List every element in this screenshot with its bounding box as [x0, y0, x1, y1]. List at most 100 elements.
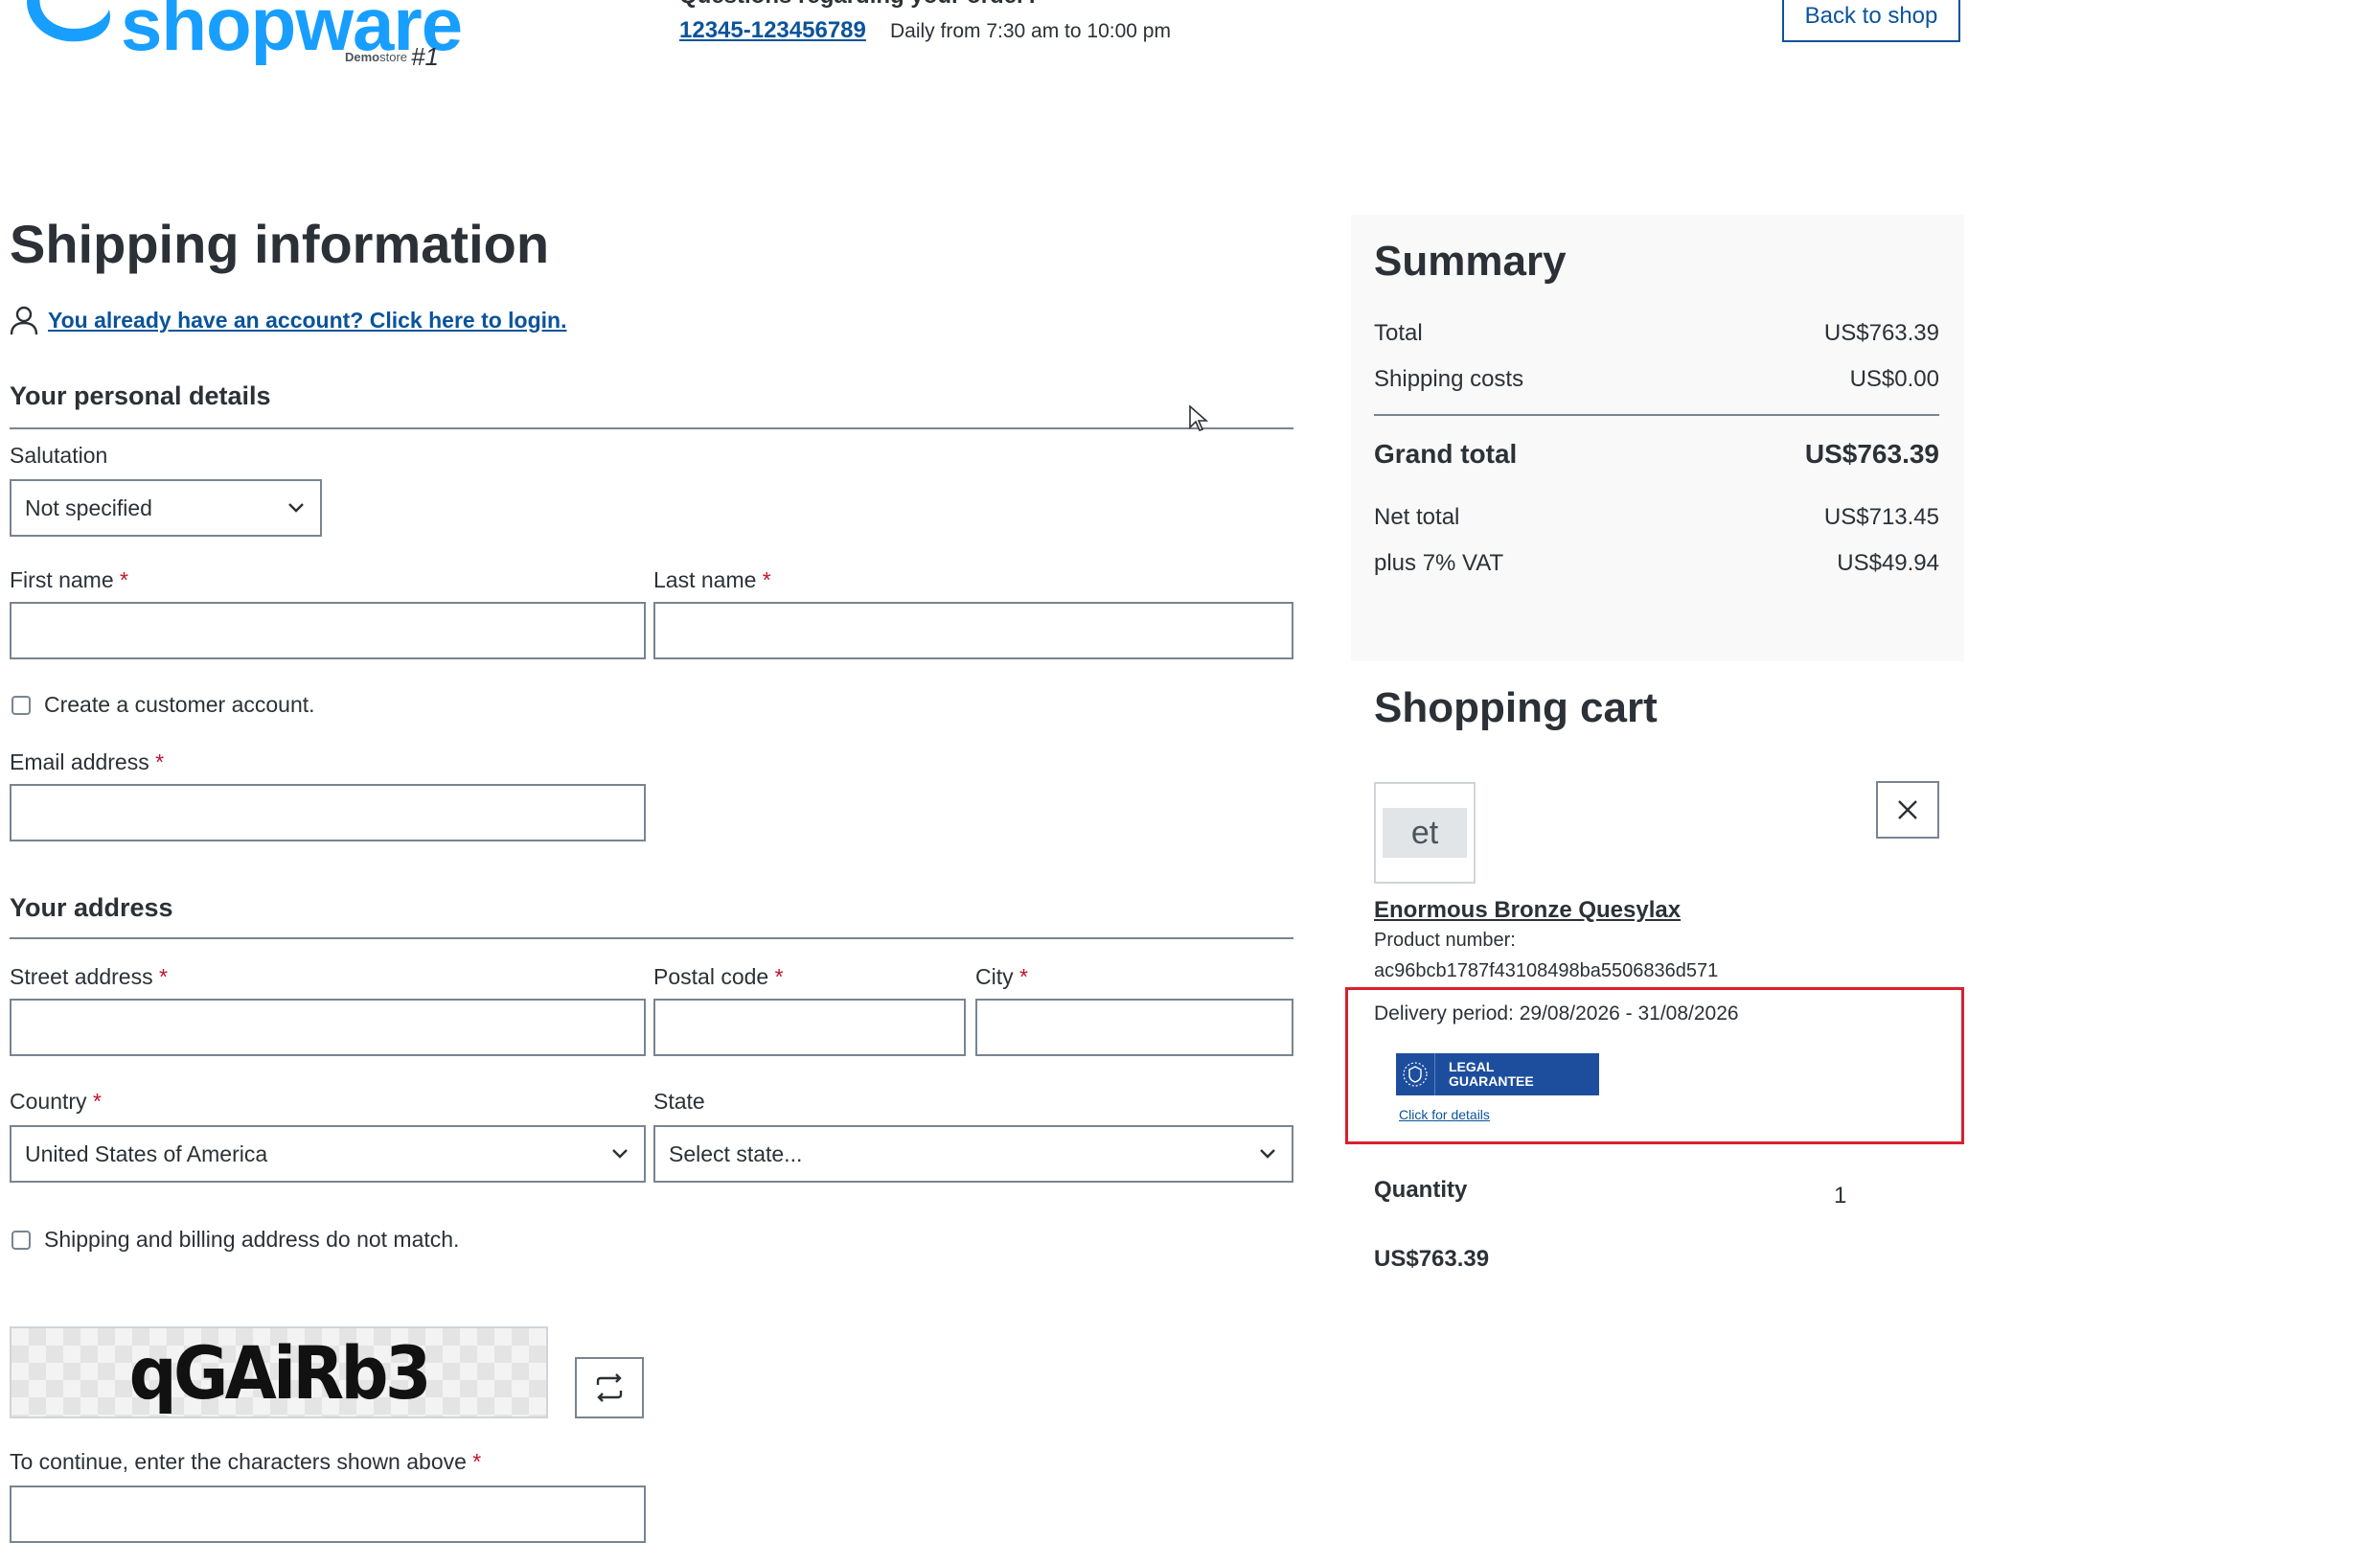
- street-label-text: Street address: [10, 964, 153, 989]
- delivery-period: Delivery period: 29/08/2026 - 31/08/2026: [1374, 1002, 1739, 1025]
- product-number-label: Product number:: [1374, 930, 1516, 951]
- required-mark: *: [1019, 964, 1028, 989]
- create-account-checkbox[interactable]: [11, 695, 31, 715]
- required-mark: *: [92, 1089, 102, 1114]
- back-to-shop-button[interactable]: Back to shop: [1782, 0, 1960, 42]
- postal-code-input[interactable]: [653, 999, 966, 1056]
- product-number-value: ac96bcb1787f43108498ba5506836d571: [1374, 960, 1719, 981]
- questions-title: Questions regarding your order?: [679, 0, 1040, 10]
- different-billing-checkbox[interactable]: [11, 1230, 31, 1250]
- login-row: You already have an account? Click here …: [10, 305, 567, 335]
- summary-total-row: Total US$763.39: [1374, 320, 1939, 347]
- section-divider: [10, 427, 1293, 429]
- create-account-label: Create a customer account.: [44, 692, 315, 717]
- product-name-link[interactable]: Enormous Bronze Quesylax: [1374, 897, 1681, 924]
- summary-net-row: Net total US$713.45: [1374, 504, 1939, 531]
- refresh-icon: [596, 1373, 623, 1402]
- mouse-cursor-icon: [1189, 404, 1209, 431]
- required-mark: *: [120, 567, 128, 592]
- shopware-logo-icon: [27, 0, 110, 42]
- country-value: United States of America: [25, 1140, 268, 1166]
- required-mark: *: [762, 567, 771, 592]
- required-mark: *: [774, 964, 784, 989]
- state-value: Select state...: [669, 1140, 803, 1166]
- page-title: Shipping information: [10, 214, 550, 274]
- close-icon: [1898, 800, 1917, 819]
- product-thumbnail-text: et: [1383, 808, 1467, 858]
- required-mark: *: [158, 964, 168, 989]
- shield-icon: [1396, 1053, 1435, 1095]
- shopping-cart-title: Shopping cart: [1374, 684, 1658, 731]
- summary-divider: [1374, 414, 1939, 416]
- badge-line-2: GUARANTEE: [1449, 1073, 1534, 1089]
- chevron-down-icon: [288, 503, 304, 513]
- email-label: Email address *: [10, 749, 164, 775]
- badge-details-link[interactable]: Click for details: [1399, 1107, 1490, 1122]
- quantity-label: Quantity: [1374, 1177, 1468, 1203]
- last-name-input[interactable]: [653, 602, 1293, 659]
- postal-label-text: Postal code: [653, 964, 769, 989]
- email-input[interactable]: [10, 784, 646, 841]
- required-mark: *: [155, 749, 165, 774]
- chevron-down-icon: [612, 1149, 628, 1159]
- email-label-text: Email address: [10, 749, 149, 774]
- logo-subtitle: Demostore #1: [345, 42, 439, 72]
- phone-link[interactable]: 12345-123456789: [679, 17, 866, 44]
- net-total-value: US$713.45: [1823, 504, 1939, 530]
- create-account-row[interactable]: Create a customer account.: [11, 692, 315, 718]
- street-label: Street address *: [10, 964, 168, 990]
- state-select[interactable]: Select state...: [653, 1125, 1293, 1183]
- summary-total-value: US$763.39: [1823, 320, 1939, 346]
- user-icon: [10, 306, 38, 335]
- salutation-value: Not specified: [25, 495, 152, 520]
- first-name-input[interactable]: [10, 602, 646, 659]
- captcha-refresh-button[interactable]: [575, 1357, 644, 1418]
- opening-hours: Daily from 7:30 am to 10:00 pm: [890, 20, 1171, 42]
- address-title: Your address: [10, 893, 173, 922]
- country-select[interactable]: United States of America: [10, 1125, 646, 1183]
- country-label: Country *: [10, 1089, 102, 1115]
- net-total-label: Net total: [1374, 504, 1460, 530]
- logo-number: #1: [411, 42, 439, 71]
- summary-grand-total-row: Grand total US$763.39: [1374, 439, 1939, 470]
- summary-shipping-row: Shipping costs US$0.00: [1374, 366, 1939, 393]
- summary-total-label: Total: [1374, 320, 1423, 346]
- required-mark: *: [472, 1449, 482, 1474]
- captcha-text: qGAiRb3: [128, 1329, 432, 1416]
- summary-title: Summary: [1374, 238, 1567, 285]
- section-divider: [10, 937, 1293, 939]
- grand-total-value: US$763.39: [1804, 439, 1939, 469]
- salutation-label: Salutation: [10, 443, 108, 468]
- city-input[interactable]: [975, 999, 1293, 1056]
- captcha-instruction-text: To continue, enter the characters shown …: [10, 1449, 467, 1474]
- salutation-select[interactable]: Not specified: [10, 479, 322, 537]
- login-link[interactable]: You already have an account? Click here …: [48, 308, 567, 334]
- city-label-text: City: [975, 964, 1014, 989]
- vat-value: US$49.94: [1837, 550, 1939, 576]
- remove-item-button[interactable]: [1876, 781, 1939, 839]
- product-thumbnail[interactable]: et: [1374, 782, 1476, 884]
- personal-details-title: Your personal details: [10, 381, 271, 410]
- first-name-label-text: First name: [10, 567, 114, 592]
- line-item-total: US$763.39: [1374, 1246, 1490, 1272]
- chevron-down-icon: [1260, 1149, 1275, 1159]
- grand-total-label: Grand total: [1374, 439, 1518, 469]
- country-label-text: Country: [10, 1089, 87, 1114]
- quantity-value: 1: [1834, 1183, 1847, 1209]
- summary-vat-row: plus 7% VAT US$49.94: [1374, 550, 1939, 577]
- summary-shipping-label: Shipping costs: [1374, 366, 1524, 392]
- legal-guarantee-badge[interactable]: LEGAL GUARANTEE: [1396, 1053, 1599, 1095]
- captcha-instruction: To continue, enter the characters shown …: [10, 1449, 481, 1475]
- captcha-input[interactable]: [10, 1485, 646, 1543]
- state-label: State: [653, 1089, 705, 1114]
- logo-sub-demo: Demo: [345, 50, 380, 64]
- city-label: City *: [975, 964, 1028, 990]
- different-billing-label: Shipping and billing address do not matc…: [44, 1227, 460, 1252]
- postal-code-label: Postal code *: [653, 964, 784, 990]
- different-billing-row[interactable]: Shipping and billing address do not matc…: [11, 1227, 459, 1253]
- street-input[interactable]: [10, 999, 646, 1056]
- logo-sub-store: store: [379, 50, 408, 64]
- vat-label: plus 7% VAT: [1374, 550, 1504, 576]
- summary-shipping-value: US$0.00: [1849, 366, 1939, 392]
- badge-line-1: LEGAL: [1449, 1059, 1495, 1074]
